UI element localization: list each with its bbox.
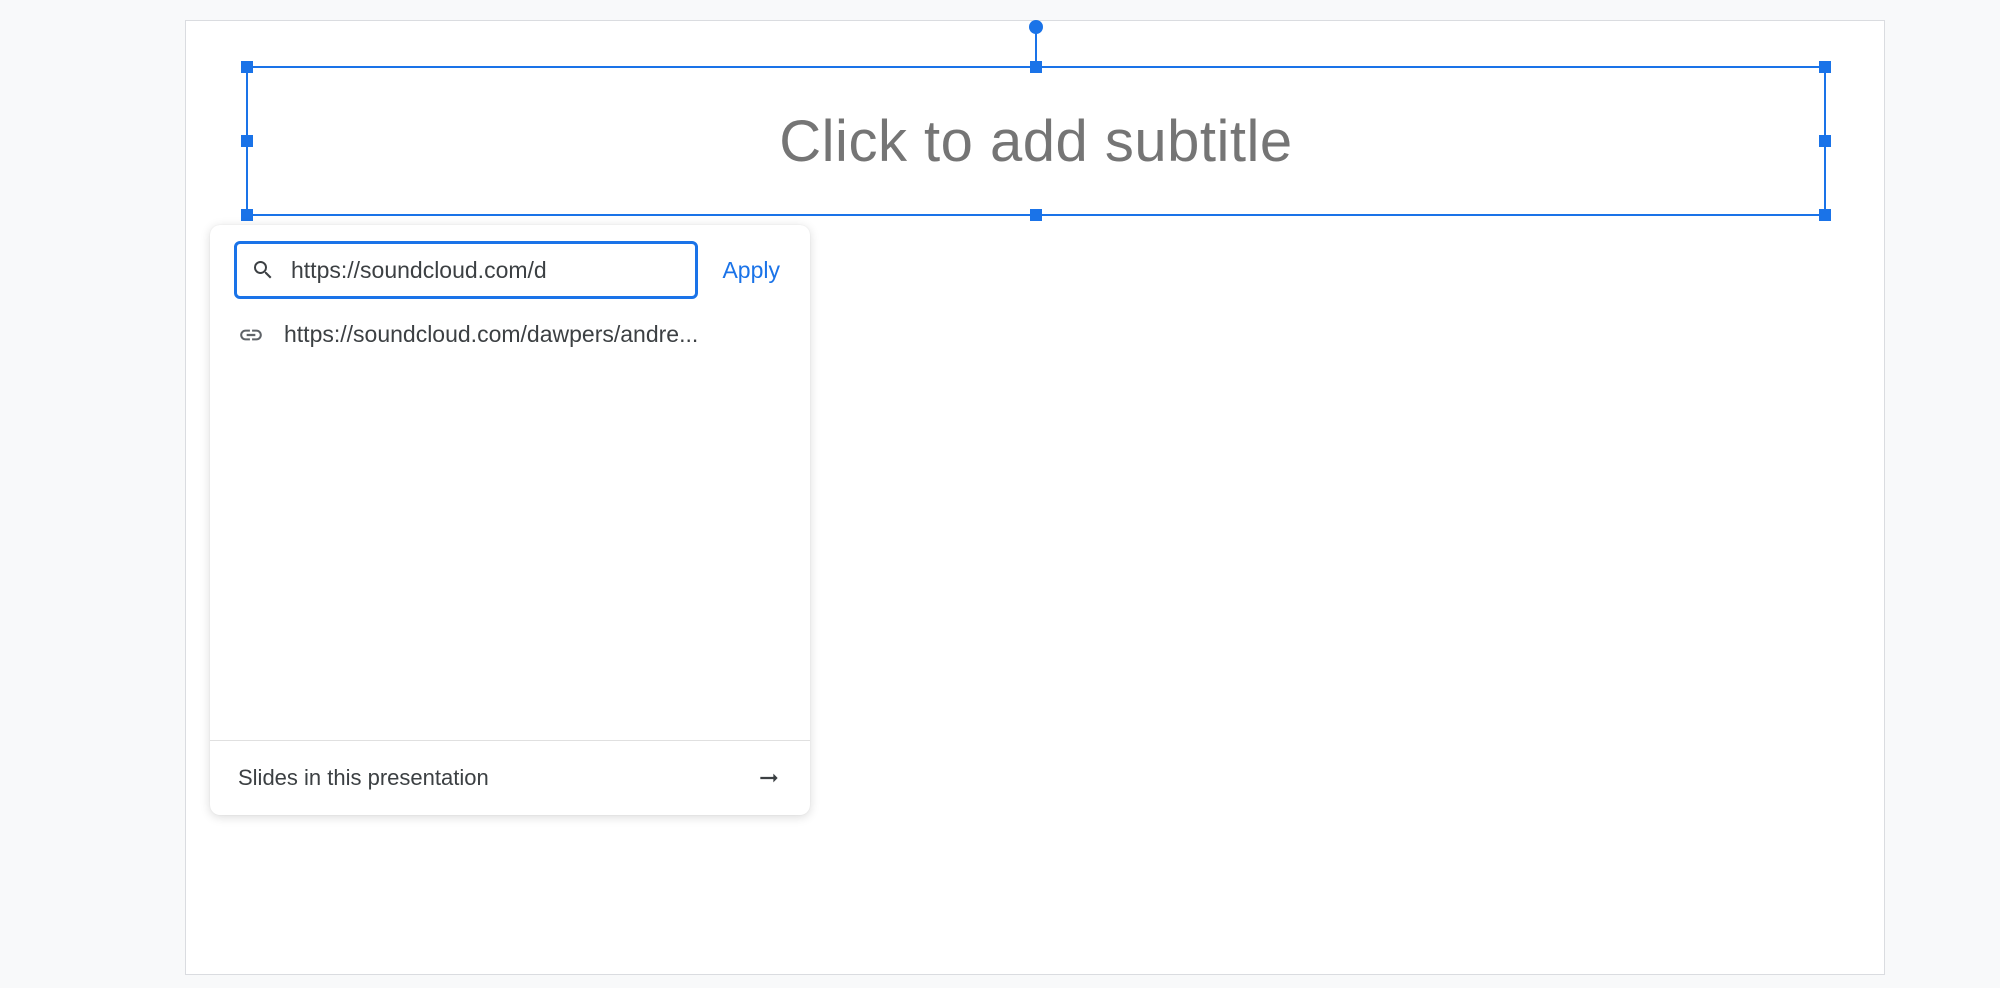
subtitle-placeholder-text: Click to add subtitle [779, 108, 1292, 175]
resize-handle-bottom-right[interactable] [1819, 209, 1831, 221]
resize-handle-top-left[interactable] [241, 61, 253, 73]
link-search-input[interactable] [291, 257, 681, 284]
slides-in-presentation-row[interactable]: Slides in this presentation [210, 740, 810, 815]
arrow-right-icon [756, 765, 782, 791]
popup-header: Apply [210, 225, 810, 313]
link-suggestion-row[interactable]: https://soundcloud.com/dawpers/andre... [210, 313, 810, 360]
search-icon [251, 258, 275, 282]
subtitle-text-box[interactable]: Click to add subtitle [246, 66, 1826, 216]
rotation-handle[interactable] [1029, 20, 1043, 34]
link-icon [238, 322, 264, 348]
slides-in-presentation-label: Slides in this presentation [238, 765, 489, 791]
resize-handle-middle-left[interactable] [241, 135, 253, 147]
resize-handle-middle-right[interactable] [1819, 135, 1831, 147]
resize-handle-bottom-middle[interactable] [1030, 209, 1042, 221]
popup-spacer [210, 360, 810, 740]
resize-handle-top-right[interactable] [1819, 61, 1831, 73]
resize-handle-bottom-left[interactable] [241, 209, 253, 221]
link-suggestion-text: https://soundcloud.com/dawpers/andre... [284, 321, 698, 348]
insert-link-popup: Apply https://soundcloud.com/dawpers/and… [210, 225, 810, 815]
resize-handle-top-middle[interactable] [1030, 61, 1042, 73]
apply-button[interactable]: Apply [716, 249, 786, 292]
link-search-field-wrap[interactable] [234, 241, 698, 299]
